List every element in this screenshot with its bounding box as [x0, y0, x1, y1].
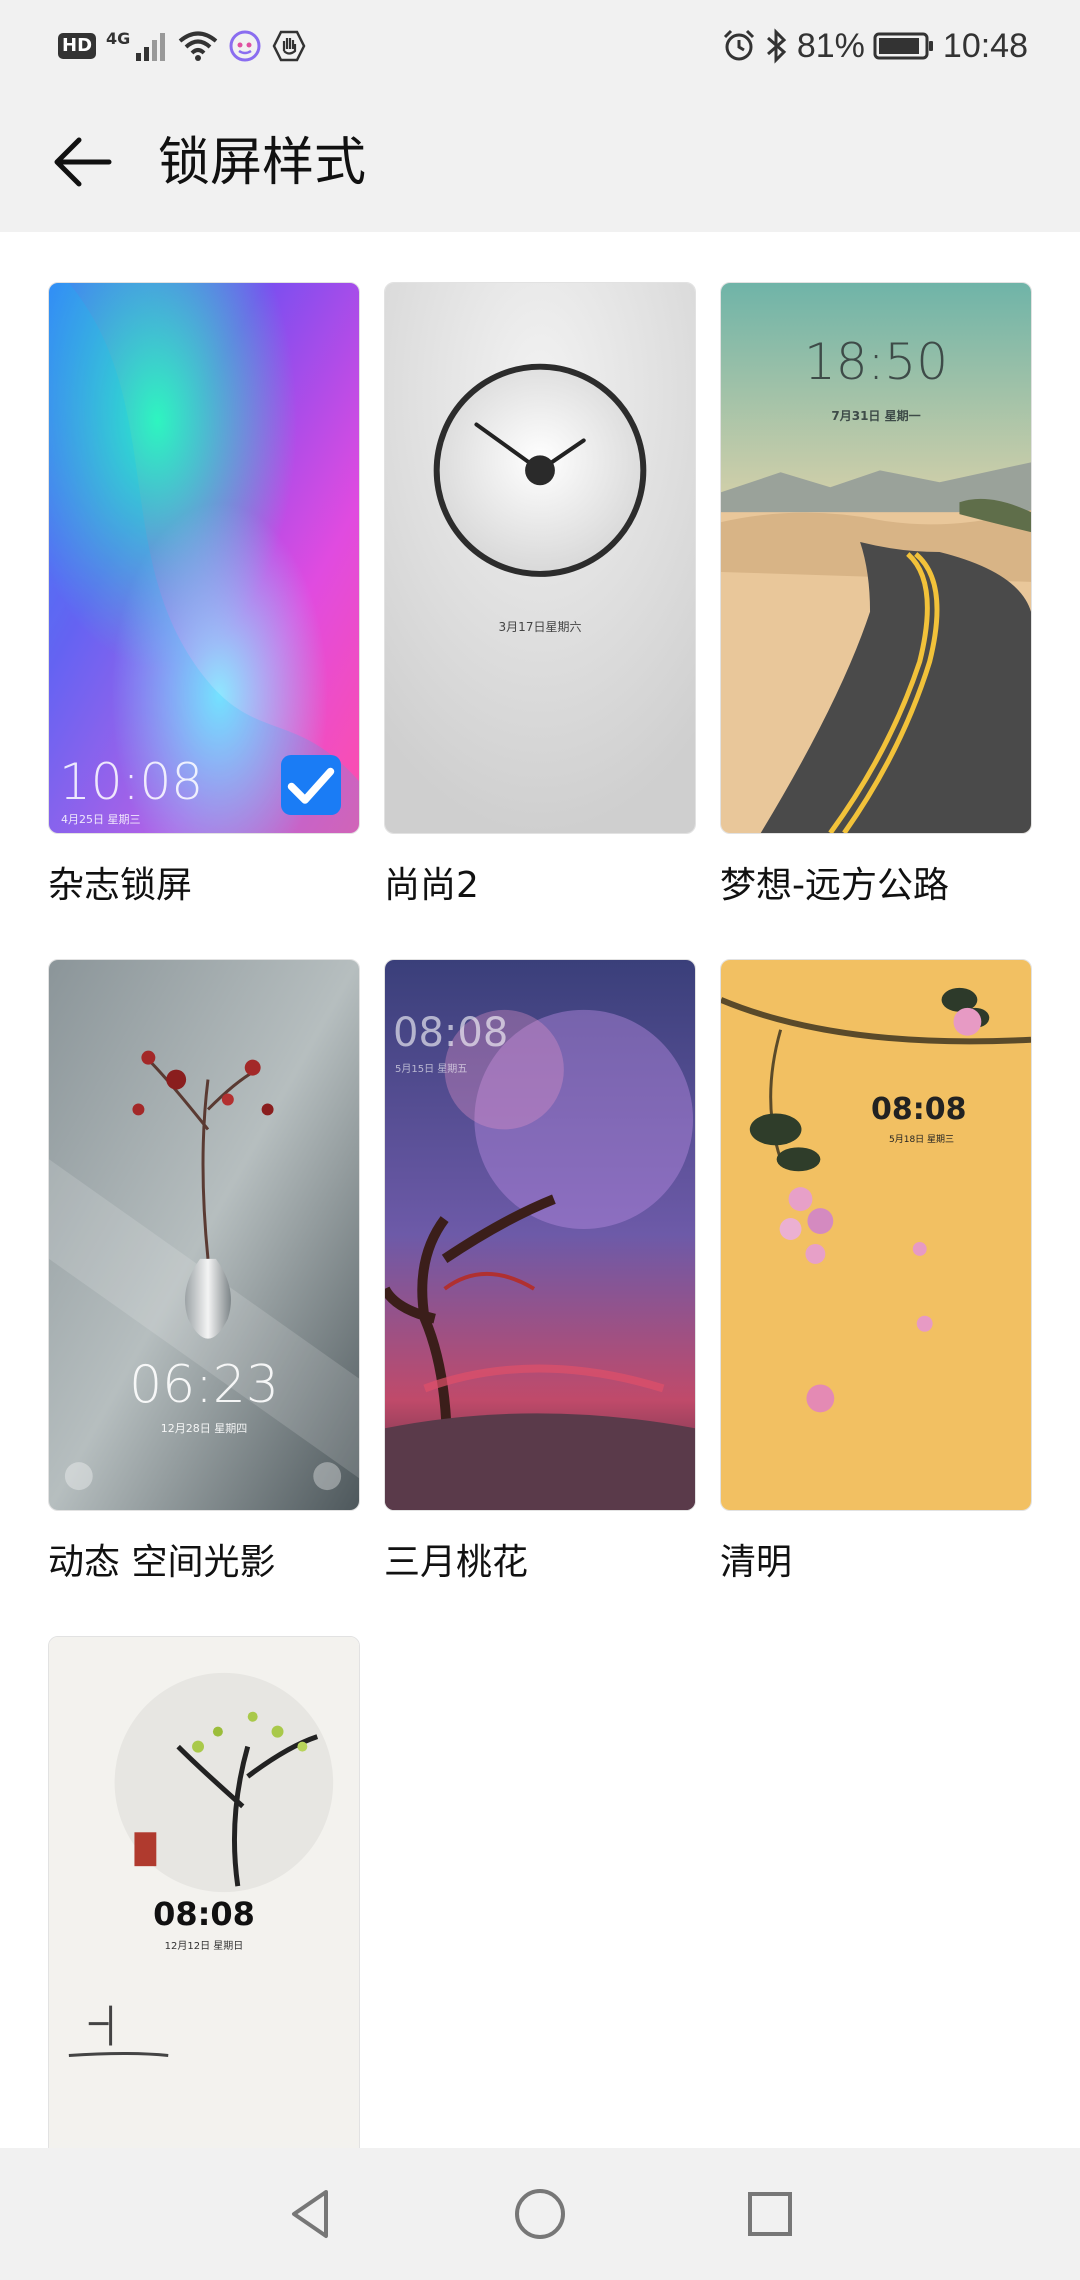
style-preview[interactable]: 3月17日星期六: [384, 282, 696, 834]
style-name: 三月桃花: [384, 1542, 529, 1583]
style-card-distant-road[interactable]: 18:50 7月31日 星期一 梦想-远方公路: [720, 282, 1032, 910]
recents-square-icon: [748, 2192, 792, 2236]
network-type: 4G: [106, 28, 131, 48]
navigation-bar: [0, 2148, 1080, 2280]
style-name: 尚尚2: [384, 865, 479, 906]
alarm-icon: [723, 29, 754, 61]
back-triangle-icon: [292, 2190, 328, 2238]
style-card-shangshang2[interactable]: 3月17日星期六 尚尚2: [384, 282, 696, 910]
style-preview[interactable]: 08:08 12月12日 星期日: [48, 1636, 360, 2148]
assistant-icon: [229, 30, 261, 62]
style-name: 动态 空间光影: [48, 1542, 276, 1583]
preview-date: 5月15日 星期五: [395, 1064, 468, 1075]
preview-image: [49, 1637, 359, 2148]
style-name: 杂志锁屏: [48, 865, 193, 906]
status-left: HD 4G: [58, 24, 306, 68]
page-title: 锁屏样式: [158, 133, 367, 193]
nav-recents-button[interactable]: [730, 2174, 810, 2254]
app-bar: 锁屏样式: [0, 92, 1080, 232]
style-preview[interactable]: 10:08 4月25日 星期三: [48, 282, 360, 834]
preview-image: [721, 960, 1031, 1510]
preview-time: 18:50: [803, 333, 949, 391]
signal-icon: [136, 33, 166, 61]
style-card-dynamic-light[interactable]: 06:23 12月28日 星期四 动态 空间光影: [48, 959, 360, 1587]
preview-time: 08:08: [871, 1092, 967, 1127]
style-card-march-peach[interactable]: 08:08 5月15日 星期五 三月桃花: [384, 959, 696, 1587]
style-card-qingming[interactable]: 08:08 5月18日 星期三 清明: [720, 959, 1032, 1587]
preview-date: 12月28日 星期四: [160, 1422, 248, 1435]
selected-check-badge: [281, 755, 341, 815]
battery-icon: [873, 32, 933, 60]
preview-date: 5月18日 星期三: [889, 1135, 955, 1145]
check-icon: [287, 767, 335, 804]
preview-time: 08:08: [153, 1895, 255, 1933]
style-card-magazine[interactable]: 10:08 4月25日 星期三 杂志锁屏: [48, 282, 360, 910]
status-right: 81% 10:48: [721, 24, 1028, 68]
home-circle-icon: [515, 2189, 565, 2239]
nav-back-button[interactable]: [270, 2174, 350, 2254]
preview-image: [385, 283, 695, 833]
battery-percent: 81%: [796, 26, 865, 65]
clock: 10:48: [942, 26, 1028, 65]
style-preview[interactable]: 06:23 12月28日 星期四: [48, 959, 360, 1511]
hand-icon: [272, 30, 306, 62]
preview-time: 06:23: [129, 1355, 279, 1415]
style-name: 清明: [720, 1542, 793, 1583]
preview-time: 08:08: [393, 1010, 509, 1056]
status-bar: HD 4G 81% 10:48: [0, 0, 1080, 92]
preview-date: 3月17日星期六: [498, 620, 582, 634]
preview-time: 10:08: [59, 753, 204, 811]
preview-date: 7月31日 星期一: [831, 409, 921, 423]
hd-icon: HD: [58, 33, 97, 59]
preview-date: 12月12日 星期日: [164, 1941, 244, 1952]
wifi-icon: [179, 31, 218, 61]
style-preview[interactable]: 08:08 5月15日 星期五: [384, 959, 696, 1511]
style-card-ink-painting[interactable]: 08:08 12月12日 星期日: [48, 1636, 360, 2148]
style-name: 梦想-远方公路: [720, 865, 949, 906]
nav-home-button[interactable]: [500, 2174, 580, 2254]
arrow-left-icon: [54, 137, 112, 187]
lock-style-grid: 10:08 4月25日 星期三 杂志锁屏 3月17日星期六 尚尚2 18:50 …: [0, 232, 1080, 2148]
preview-date: 4月25日 星期三: [61, 813, 141, 826]
bluetooth-icon: [766, 28, 787, 64]
style-preview[interactable]: 08:08 5月18日 星期三: [720, 959, 1032, 1511]
style-preview[interactable]: 18:50 7月31日 星期一: [720, 282, 1032, 834]
back-button[interactable]: [46, 126, 118, 198]
preview-image: [49, 283, 359, 833]
